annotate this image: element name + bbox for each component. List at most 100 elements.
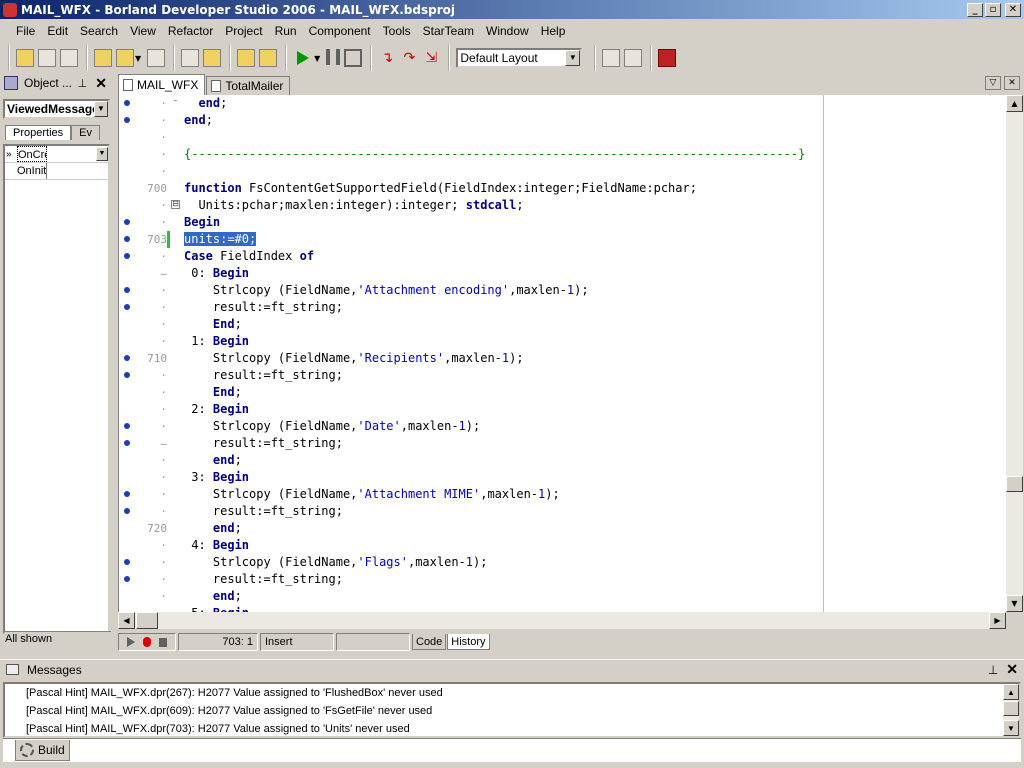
breakpoint-dot-icon[interactable] [124,372,130,378]
toggle-form-icon[interactable] [237,49,256,67]
fold-marker-icon[interactable]: – [171,97,180,107]
code-line[interactable]: · [119,129,1006,146]
scroll-right-icon[interactable]: ▶ [989,612,1006,629]
code-line[interactable]: · Strlcopy (FieldName,'Attachment MIME',… [119,486,1006,503]
desktop-layout-select[interactable]: Default Layout ▼ [456,48,583,68]
code-line[interactable]: · 3: Begin [119,469,1006,486]
code-line[interactable]: · result:=ft_string; [119,367,1006,384]
tab-events[interactable]: Ev [71,125,100,140]
code-line[interactable]: · Strlcopy (FieldName,'Flags',maxlen-1); [119,554,1006,571]
breakpoint-dot-icon[interactable] [124,576,130,582]
minimize-button[interactable]: _ [967,2,983,17]
menu-project[interactable]: Project [219,24,268,38]
menu-run[interactable]: Run [269,24,303,38]
breakpoint-dot-icon[interactable] [124,219,130,225]
menu-component[interactable]: Component [303,24,377,38]
breakpoint-dot-icon[interactable] [124,508,130,514]
view-unit-icon[interactable] [259,49,278,67]
breakpoint-dot-icon[interactable] [124,559,130,565]
code-line[interactable]: · Begin [119,214,1006,231]
pin-icon[interactable]: ⊥ [78,77,88,90]
save-all-icon[interactable] [181,49,200,67]
property-row[interactable]: » OnCre ▼ [5,146,108,163]
code-line[interactable]: · end; [119,588,1006,605]
code-line[interactable]: · End; [119,316,1006,333]
breakpoint-dot-icon[interactable] [124,236,130,242]
open-project-icon[interactable] [203,49,222,67]
menu-window[interactable]: Window [480,24,535,38]
scroll-down-icon[interactable]: ▼ [1003,720,1019,736]
code-line[interactable]: · result:=ft_string; [119,571,1006,588]
run-dropdown-icon[interactable]: ▼ [314,54,320,63]
code-line[interactable]: · Strlcopy (FieldName,'Attachment encodi… [119,282,1006,299]
code-line[interactable]: · 1: Begin [119,333,1006,350]
code-line[interactable]: · {--------------------------------------… [119,146,1006,163]
code-line[interactable]: 710 Strlcopy (FieldName,'Recipients',max… [119,350,1006,367]
code-line[interactable]: 703 units:=#0; [119,231,1006,248]
code-line[interactable]: · [119,163,1006,180]
scroll-thumb[interactable] [1006,476,1023,492]
program-reset-icon[interactable] [344,49,363,67]
editor-vertical-scrollbar[interactable]: ▲ ▼ [1006,95,1023,612]
starteam-icon[interactable] [658,49,677,67]
tab-mail-wfx[interactable]: MAIL_WFX [118,74,206,95]
breakpoint-dot-icon[interactable] [124,491,130,497]
code-line[interactable]: · end; [119,452,1006,469]
save-icon[interactable] [147,49,166,67]
stop-macro-icon[interactable] [159,637,167,647]
play-macro-icon[interactable] [127,637,135,647]
menu-help[interactable]: Help [535,24,572,38]
code-line[interactable]: – result:=ft_string; [119,435,1006,452]
code-line[interactable]: · – end; [119,95,1006,112]
object-selector[interactable]: ViewedMessage ▼ [3,99,110,119]
close-button[interactable]: ✕ [1005,2,1021,17]
collapse-icon[interactable]: ⊟ [171,200,180,209]
code-line[interactable]: · result:=ft_string; [119,503,1006,520]
menu-view[interactable]: View [124,24,162,38]
close-icon[interactable]: ✕ [95,75,107,92]
event-value[interactable] [47,163,108,179]
breakpoint-dot-icon[interactable] [124,100,130,106]
tab-totalmailer[interactable]: TotalMailer [206,76,291,95]
tab-build[interactable]: Build [15,740,70,761]
menu-starteam[interactable]: StarTeam [417,24,480,38]
tab-list-icon[interactable]: ▽ [985,76,1001,90]
run-icon[interactable] [297,51,310,65]
chevron-down-icon[interactable]: ▼ [565,50,581,66]
code-line[interactable]: – 0: Begin [119,265,1006,282]
editor-horizontal-scrollbar[interactable]: ◀ ▶ [118,612,1006,629]
menu-tools[interactable]: Tools [377,24,417,38]
breakpoint-dot-icon[interactable] [124,440,130,446]
code-line[interactable]: · Case FieldIndex of [119,248,1006,265]
close-tab-icon[interactable]: ✕ [1004,76,1020,90]
scroll-thumb[interactable] [1003,701,1019,716]
scroll-thumb[interactable] [136,612,158,629]
menu-refactor[interactable]: Refactor [162,24,219,38]
event-value[interactable]: ▼ [47,146,108,162]
record-macro-icon[interactable] [143,637,152,647]
run-to-cursor-icon[interactable]: ⇲ [422,49,440,67]
remove-from-project-icon[interactable] [60,49,78,67]
code-line[interactable]: 700 function FsContentGetSupportedField(F… [119,180,1006,197]
code-line[interactable]: · Strlcopy (FieldName,'Date',maxlen-1); [119,418,1006,435]
trace-into-icon[interactable]: ↴ [378,49,396,67]
step-over-icon[interactable]: ↷ [400,49,418,67]
code-editor[interactable]: · – end; · end; · · {-------------------------… [118,95,1006,612]
menu-edit[interactable]: Edit [41,24,74,38]
tab-history[interactable]: History [447,634,490,650]
chevron-down-icon[interactable]: ▼ [96,147,108,161]
code-line[interactable]: · ⊟ Units:pchar;maxlen:integer):integer; … [119,197,1006,214]
menu-search[interactable]: Search [74,24,124,38]
code-line[interactable]: 720 end; [119,520,1006,537]
pin-icon[interactable]: ⊥ [988,663,998,677]
code-line[interactable]: · 5: Begin [119,605,1006,612]
save-desktop-icon[interactable] [602,49,621,67]
breakpoint-dot-icon[interactable] [124,117,130,123]
scroll-up-icon[interactable]: ▲ [1003,684,1019,700]
scroll-left-icon[interactable]: ◀ [118,612,135,629]
set-debug-desktop-icon[interactable] [624,49,643,67]
maximize-button[interactable]: ▫ [985,2,1001,17]
pause-icon[interactable] [326,49,340,67]
add-to-project-icon[interactable] [38,49,56,67]
messages-scrollbar[interactable]: ▲ ▼ [1003,684,1019,736]
